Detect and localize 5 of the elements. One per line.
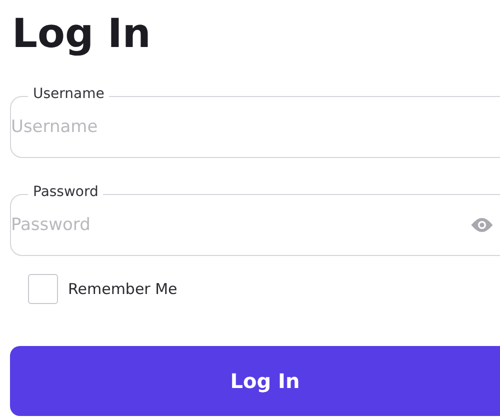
- checkbox-label: Remember Me: [68, 280, 178, 298]
- page-title: Log In: [12, 10, 152, 59]
- remember-checkbox[interactable]: [28, 274, 58, 304]
- login-button[interactable]: Log In: [10, 346, 500, 416]
- eye-icon[interactable]: [470, 217, 494, 233]
